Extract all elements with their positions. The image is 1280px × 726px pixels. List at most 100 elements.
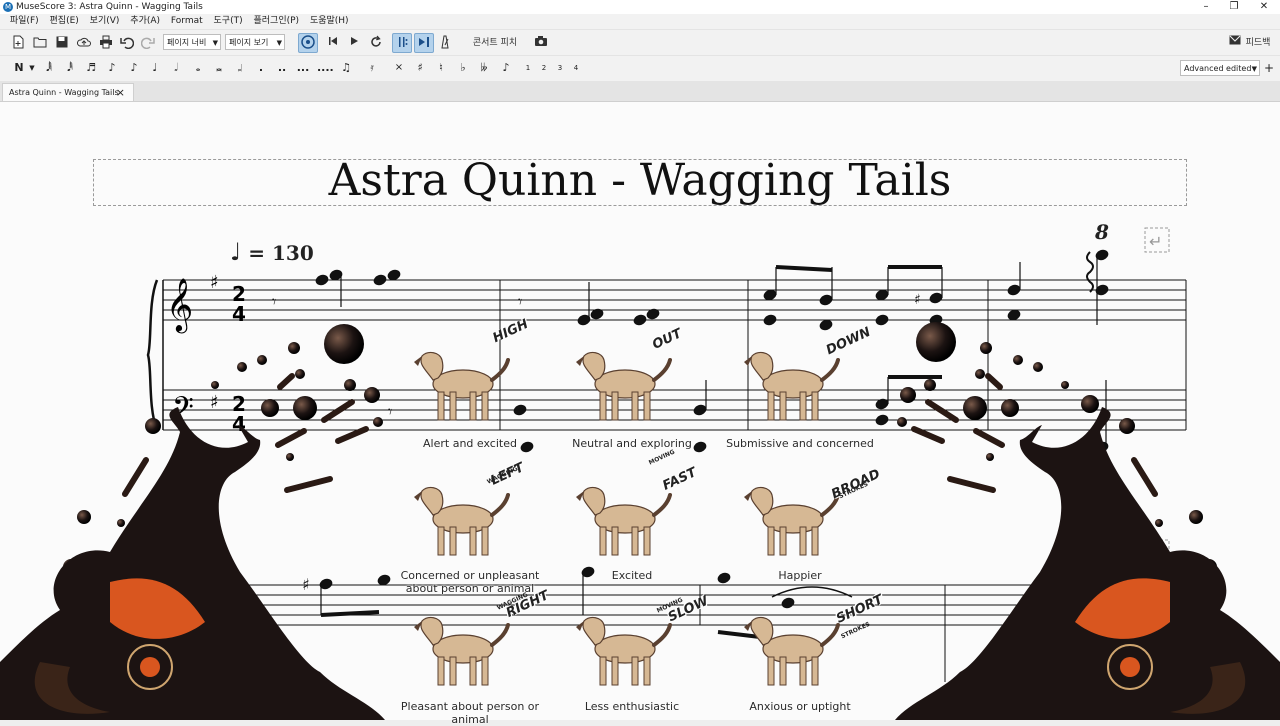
note-input-icon[interactable]: N xyxy=(12,60,26,76)
half-note-icon[interactable]: 𝅗𝅥 xyxy=(169,60,183,76)
close-icon[interactable]: ✕ xyxy=(1250,0,1278,14)
quarter-note-icon[interactable]: ♪ xyxy=(127,60,141,76)
minimize-icon[interactable]: – xyxy=(1192,0,1220,14)
redo-icon[interactable] xyxy=(140,35,156,51)
eighth-rest-icon: 𝄾 xyxy=(518,292,522,311)
open-folder-icon[interactable] xyxy=(32,35,48,51)
note-head xyxy=(373,274,387,286)
tie-icon[interactable]: ♫ xyxy=(339,60,353,76)
workspace-select[interactable]: Advanced edited ▼ xyxy=(1180,60,1260,76)
augmentation-dot-icon[interactable]: . xyxy=(254,60,268,76)
add-icon[interactable]: + xyxy=(1264,60,1274,76)
dog-caption: Less enthusiastic xyxy=(584,700,680,713)
view-mode-select[interactable]: 페이지 너비 ▼ xyxy=(163,34,221,50)
double-flat-icon[interactable]: 𝄫 xyxy=(477,60,491,76)
dog-icon xyxy=(414,486,510,556)
chevron-down-icon: ▼ xyxy=(1251,65,1257,73)
new-file-icon[interactable] xyxy=(10,35,26,51)
whole-note-icon[interactable]: 𝅝 xyxy=(191,60,205,76)
menu-edit[interactable]: 편집(E) xyxy=(46,14,83,29)
quadruple-dot-icon[interactable]: .... xyxy=(317,60,334,76)
repeat-toggle-icon[interactable] xyxy=(392,33,412,53)
pan-icon[interactable] xyxy=(414,33,434,53)
menu-add[interactable]: 추가(A) xyxy=(126,14,164,29)
dog-caption: Concerned or unpleasant about person or … xyxy=(400,569,540,595)
natural-icon[interactable]: ♮ xyxy=(434,60,448,76)
metronome-icon[interactable] xyxy=(298,33,318,53)
eighth-note-icon[interactable]: ♪ xyxy=(105,60,119,76)
flip-direction-icon[interactable]: ♪ xyxy=(499,60,513,76)
save-icon[interactable] xyxy=(54,35,70,51)
32nd-note-icon[interactable]: 𝅘𝅥𝅱 xyxy=(63,60,77,76)
rest-icon[interactable]: 𝄿 xyxy=(365,60,379,76)
print-icon[interactable] xyxy=(98,35,114,51)
voice-1-button[interactable]: 1 xyxy=(522,60,534,76)
camera-icon[interactable] xyxy=(533,35,549,51)
menu-help[interactable]: 도움말(H) xyxy=(306,14,353,29)
menu-tools[interactable]: 도구(T) xyxy=(210,14,247,29)
note-head xyxy=(875,289,889,301)
line-break-icon: ↵ xyxy=(1149,232,1162,251)
metronome-count-icon[interactable] xyxy=(438,35,452,51)
musescore-logo-icon: M xyxy=(3,2,13,12)
mail-icon[interactable] xyxy=(1228,35,1242,51)
dog-illustration xyxy=(570,607,680,696)
arpeggio-icon xyxy=(1086,251,1094,293)
view-mode-value: 페이지 너비 xyxy=(167,38,207,47)
dog-icon xyxy=(576,351,672,421)
note-head xyxy=(763,314,777,326)
toggle-natural-icon[interactable]: × xyxy=(392,60,406,76)
file-toolbar: 페이지 너비 ▼ 페이지 보기 ▼ 콘서트 피치 피드백 xyxy=(0,29,1280,56)
chevron-down-icon[interactable]: ▼ xyxy=(28,60,36,76)
menu-view[interactable]: 보기(V) xyxy=(86,14,124,29)
loop-icon[interactable] xyxy=(368,35,384,51)
rewind-icon[interactable] xyxy=(326,35,340,51)
feedback-button[interactable]: 피드백 xyxy=(1243,35,1273,51)
note-head xyxy=(1095,441,1109,453)
dog-icon xyxy=(576,616,672,686)
dog-illustration xyxy=(408,342,518,431)
16th-note-icon[interactable]: ♬ xyxy=(84,60,98,76)
64th-note-icon[interactable]: 𝅘𝅥𝅲 xyxy=(42,60,56,76)
sharp-icon[interactable]: ♯ xyxy=(413,60,427,76)
undo-icon[interactable] xyxy=(119,35,135,51)
dog-icon xyxy=(414,616,510,686)
page-view-select[interactable]: 페이지 보기 ▼ xyxy=(225,34,285,50)
flat-icon[interactable]: ♭ xyxy=(456,60,470,76)
note-head xyxy=(929,292,943,304)
note-input-toolbar: N ▼ 𝅘𝅥𝅲 𝅘𝅥𝅱 ♬ ♪ ♪ ♩ 𝅗𝅥 𝅝 𝅜 𝆷 . .. ... ..… xyxy=(0,55,1280,82)
longa-icon[interactable]: 𝆷 xyxy=(233,60,247,76)
close-icon[interactable]: × xyxy=(116,84,125,102)
dog-caption: Submissive and concerned xyxy=(726,437,874,450)
tab-label: Astra Quinn - Wagging Tails xyxy=(9,88,119,97)
tab-score[interactable]: Astra Quinn - Wagging Tails × xyxy=(2,83,134,101)
breve-icon[interactable]: 𝅜 xyxy=(212,60,226,76)
quarter-note-icon[interactable]: ♩ xyxy=(148,60,162,76)
chevron-down-icon: ▼ xyxy=(212,39,218,47)
voice-4-button[interactable]: 4 xyxy=(570,60,582,76)
page-view-value: 페이지 보기 xyxy=(229,38,269,47)
concert-pitch-button[interactable]: 콘서트 피치 xyxy=(466,35,524,51)
voice-3-button[interactable]: 3 xyxy=(554,60,566,76)
maximize-icon[interactable]: ❐ xyxy=(1220,0,1248,14)
upload-cloud-icon[interactable] xyxy=(76,35,92,51)
menu-format[interactable]: Format xyxy=(167,14,207,29)
note-head xyxy=(875,314,889,326)
menu-file[interactable]: 파일(F) xyxy=(6,14,43,29)
double-dot-icon[interactable]: .. xyxy=(275,60,289,76)
triple-dot-icon[interactable]: ... xyxy=(296,60,310,76)
play-icon[interactable] xyxy=(347,35,361,51)
key-sharp-icon: ♯ xyxy=(210,272,219,293)
score-canvas[interactable]: Astra Quinn - Wagging Tails ♩ = 130 8 5 xyxy=(0,102,1280,726)
dog-caption: Pleasant about person or animal xyxy=(400,700,540,726)
brace-icon xyxy=(146,279,159,431)
dog-icon xyxy=(576,486,672,556)
eighth-rest-icon: 𝄾 xyxy=(388,402,392,421)
note-head xyxy=(693,404,707,416)
dog-illustration xyxy=(408,477,518,566)
dog-caption: Anxious or uptight xyxy=(749,700,851,713)
dog-icon xyxy=(744,616,840,686)
menu-bar: 파일(F) 편집(E) 보기(V) 추가(A) Format 도구(T) 플러그… xyxy=(0,14,1280,29)
menu-plugins[interactable]: 플러그인(P) xyxy=(249,14,303,29)
voice-2-button[interactable]: 2 xyxy=(538,60,550,76)
